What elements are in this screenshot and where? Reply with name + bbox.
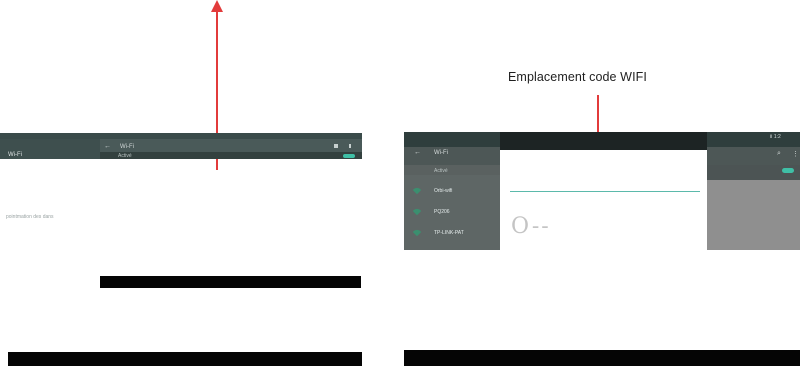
more-icon[interactable]: ⋮ [792,150,799,158]
search-icon[interactable]: ⌕ [777,150,781,158]
back-arrow-icon[interactable]: ← [414,149,421,156]
back-arrow-icon[interactable]: ← [104,143,111,150]
right-wifi-status: Activé [434,168,448,174]
right-wifi-title: Wi-Fi [434,150,448,156]
right-app-bar-right [707,147,800,165]
network-item[interactable]: TP-LINK-PAT [434,230,464,236]
right-wifi-toggle-row[interactable] [404,165,500,175]
left-wifi-status: Activé [118,153,132,159]
more-icon[interactable] [349,144,351,148]
left-wifi-title: Wi-Fi [120,144,134,150]
toggle-icon[interactable] [782,168,794,173]
annotation-label: Emplacement code WIFI [508,70,647,84]
network-item[interactable]: Orbi-wifi [434,188,452,194]
red-arrow-head-icon [211,0,223,12]
search-icon[interactable] [334,144,338,148]
network-item[interactable]: PQ206 [434,209,450,215]
left-side-text: Wi-Fi [8,152,22,158]
right-black-bar-bottom [404,350,800,366]
dialog-header [500,132,707,150]
toggle-icon[interactable] [343,154,355,158]
password-input-underline[interactable] [510,191,700,192]
right-status-items: Ⅱ 1:2 [770,134,781,140]
password-field[interactable]: O-- [511,214,551,239]
left-black-bar [100,276,361,288]
left-black-bar-bottom [8,352,362,366]
left-caption: pointmation des dans [6,214,54,220]
left-wifi-toggle-row[interactable] [100,152,362,159]
